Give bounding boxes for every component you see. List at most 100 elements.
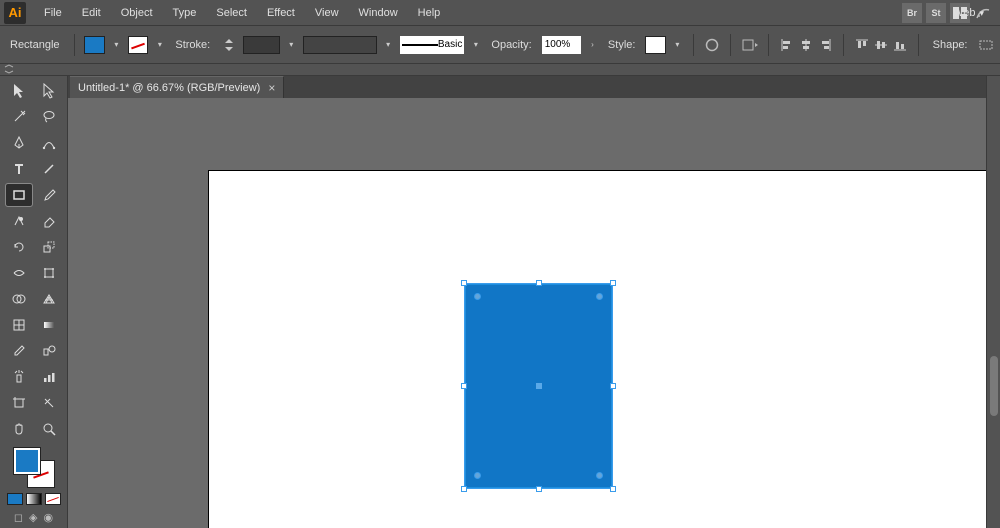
align-top-icon[interactable]	[854, 37, 870, 53]
color-mode-none[interactable]	[45, 493, 61, 505]
shape-builder-tool[interactable]	[6, 288, 32, 310]
stock-icon[interactable]: St	[926, 3, 946, 23]
scale-tool[interactable]	[36, 236, 62, 258]
blend-tool[interactable]	[36, 340, 62, 362]
graphic-style-swatch[interactable]	[645, 36, 665, 54]
align-to-icon[interactable]	[741, 36, 758, 54]
selection-handle[interactable]	[610, 280, 616, 286]
shape-center-point	[536, 383, 542, 389]
recolor-artwork-icon[interactable]	[704, 36, 721, 54]
workspace-label: Web	[953, 7, 975, 19]
align-vcenter-icon[interactable]	[873, 37, 889, 53]
opacity-dropdown[interactable]: ›	[587, 36, 598, 54]
stroke-weight-dropdown[interactable]: ▾	[286, 36, 297, 54]
type-tool[interactable]	[6, 158, 32, 180]
menu-view[interactable]: View	[305, 0, 349, 26]
selection-tool[interactable]	[6, 80, 32, 102]
opacity-input[interactable]: 100%	[542, 36, 581, 54]
live-corner-widget[interactable]	[596, 293, 603, 300]
chevron-down-icon: ▾	[979, 8, 984, 19]
menu-select[interactable]: Select	[206, 0, 257, 26]
symbol-sprayer-tool[interactable]	[6, 366, 32, 388]
live-corner-widget[interactable]	[474, 472, 481, 479]
shaper-tool[interactable]	[6, 210, 32, 232]
draw-inside-icon[interactable]: ◉	[44, 511, 54, 524]
menu-type[interactable]: Type	[163, 0, 207, 26]
stroke-label: Stroke:	[171, 39, 214, 51]
live-corner-widget[interactable]	[474, 293, 481, 300]
stroke-dropdown[interactable]: ▾	[154, 36, 165, 54]
slice-tool[interactable]	[36, 392, 62, 414]
width-tool[interactable]	[6, 262, 32, 284]
vertical-scrollbar-thumb[interactable]	[990, 356, 998, 416]
gradient-tool[interactable]	[36, 314, 62, 336]
color-mode-solid[interactable]	[7, 493, 23, 505]
free-transform-tool[interactable]	[36, 262, 62, 284]
bridge-icon[interactable]: Br	[902, 3, 922, 23]
perspective-grid-tool[interactable]	[36, 288, 62, 310]
pen-tool[interactable]	[6, 132, 32, 154]
brush-definition[interactable]: Basic	[400, 36, 465, 54]
menu-help[interactable]: Help	[408, 0, 451, 26]
workspace-switcher[interactable]: Web ▾	[945, 0, 992, 26]
stroke-swatch[interactable]	[128, 36, 148, 54]
menu-window[interactable]: Window	[349, 0, 408, 26]
draw-normal-icon[interactable]: ◻	[14, 511, 23, 524]
column-graph-tool[interactable]	[36, 366, 62, 388]
mesh-tool[interactable]	[6, 314, 32, 336]
menu-effect[interactable]: Effect	[257, 0, 305, 26]
selection-type-label: Rectangle	[6, 39, 64, 51]
color-mode-gradient[interactable]	[26, 493, 42, 505]
align-horizontal-group	[779, 37, 833, 53]
paintbrush-tool[interactable]	[36, 184, 62, 206]
stroke-weight-input[interactable]	[243, 36, 280, 54]
line-segment-tool[interactable]	[36, 158, 62, 180]
variable-width-profile[interactable]	[303, 36, 377, 54]
rotate-tool[interactable]	[6, 236, 32, 258]
selection-handle[interactable]	[610, 383, 616, 389]
lasso-tool[interactable]	[36, 106, 62, 128]
align-right-icon[interactable]	[817, 37, 833, 53]
brush-definition-label: Basic	[438, 39, 462, 50]
align-left-icon[interactable]	[779, 37, 795, 53]
hand-tool[interactable]	[6, 418, 32, 440]
shape-properties-icon[interactable]	[978, 36, 995, 54]
draw-behind-icon[interactable]: ◈	[29, 511, 37, 524]
fill-swatch[interactable]	[84, 36, 104, 54]
selection-handle[interactable]	[536, 280, 542, 286]
menu-object[interactable]: Object	[111, 0, 163, 26]
close-icon[interactable]: ×	[268, 81, 275, 95]
eraser-tool[interactable]	[36, 210, 62, 232]
fill-dropdown[interactable]: ▾	[111, 36, 122, 54]
align-bottom-icon[interactable]	[892, 37, 908, 53]
selection-handle[interactable]	[461, 280, 467, 286]
eyedropper-tool[interactable]	[6, 340, 32, 362]
magic-wand-tool[interactable]	[6, 106, 32, 128]
shape-label: Shape:	[929, 39, 972, 51]
direct-selection-tool[interactable]	[36, 80, 62, 102]
canvas[interactable]	[68, 98, 986, 528]
menu-edit[interactable]: Edit	[72, 0, 111, 26]
fill-color-box[interactable]	[14, 448, 40, 474]
live-corner-widget[interactable]	[596, 472, 603, 479]
rectangle-tool[interactable]	[6, 184, 32, 206]
artboard-tool[interactable]	[6, 392, 32, 414]
fill-stroke-control[interactable]	[14, 448, 54, 487]
align-hcenter-icon[interactable]	[798, 37, 814, 53]
main-area: ◻ ◈ ◉ Untitled-1* @ 66.67% (RGB/Preview)…	[0, 76, 1000, 528]
menu-file[interactable]: File	[34, 0, 72, 26]
selection-handle[interactable]	[536, 486, 542, 492]
selection-handle[interactable]	[461, 383, 467, 389]
stroke-line-preview	[402, 44, 438, 46]
stroke-weight-stepper[interactable]	[220, 36, 237, 54]
curvature-tool[interactable]	[36, 132, 62, 154]
brush-definition-dropdown[interactable]: ▾	[470, 36, 481, 54]
selection-handle[interactable]	[461, 486, 467, 492]
graphic-style-dropdown[interactable]: ▾	[672, 36, 683, 54]
selection-handle[interactable]	[610, 486, 616, 492]
document-tab[interactable]: Untitled-1* @ 66.67% (RGB/Preview) ×	[70, 76, 284, 98]
document-tab-bar: Untitled-1* @ 66.67% (RGB/Preview) ×	[68, 76, 986, 98]
variable-width-dropdown[interactable]: ▾	[383, 36, 394, 54]
dock-grip-icon[interactable]	[4, 64, 14, 74]
zoom-tool[interactable]	[36, 418, 62, 440]
